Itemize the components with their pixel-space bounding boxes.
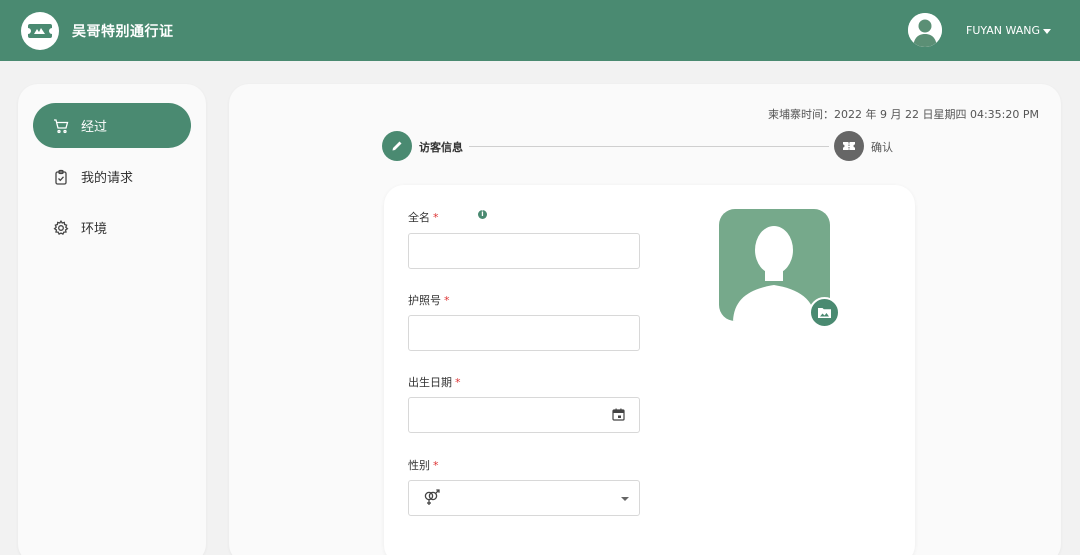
birth-date-label: 出生日期 * <box>408 376 461 389</box>
chevron-down-icon[interactable] <box>621 497 629 501</box>
full-name-label: 全名 * <box>408 211 439 224</box>
info-icon[interactable]: i <box>478 210 487 219</box>
person-icon <box>908 13 942 47</box>
clipboard-icon <box>53 169 69 185</box>
gender-select[interactable] <box>408 480 640 516</box>
step-label: 确认 <box>871 141 893 154</box>
ticket-logo-icon <box>27 24 53 38</box>
gender-icon <box>422 488 442 508</box>
step-confirm[interactable] <box>834 131 864 161</box>
top-bar: 吴哥特别通行证 FUYAN WANG <box>0 0 1080 61</box>
sidebar-item-settings[interactable]: 环境 <box>33 205 191 250</box>
sidebar: 经过 我的请求 环境 <box>18 84 206 555</box>
sidebar-item-my-requests[interactable]: 我的请求 <box>33 154 191 199</box>
sidebar-item-label: 我的请求 <box>81 171 134 186</box>
sidebar-item-label: 环境 <box>81 222 108 237</box>
sidebar-item-label: 经过 <box>81 120 108 135</box>
gender-label: 性别 * <box>408 459 439 472</box>
birth-date-input[interactable] <box>408 397 640 433</box>
app-title: 吴哥特别通行证 <box>72 24 174 40</box>
step-label: 访客信息 <box>419 141 463 154</box>
upload-photo-button[interactable] <box>809 297 840 328</box>
calendar-icon[interactable] <box>612 408 625 421</box>
chevron-down-icon[interactable] <box>1043 29 1051 34</box>
passport-label: 护照号 * <box>408 294 450 307</box>
user-name[interactable]: FUYAN WANG <box>966 24 1040 37</box>
cart-icon <box>53 118 69 134</box>
full-name-input[interactable] <box>408 233 640 269</box>
pencil-icon <box>392 141 402 151</box>
user-avatar[interactable] <box>908 13 942 47</box>
app-logo[interactable] <box>21 12 59 50</box>
gear-icon <box>53 219 69 236</box>
stepper-divider <box>469 146 829 147</box>
main-panel: 柬埔寨时间：2022 年 9 月 22 日星期四 04:35:20 PM 访客信… <box>229 84 1061 555</box>
local-time: 柬埔寨时间：2022 年 9 月 22 日星期四 04:35:20 PM <box>768 108 1039 121</box>
sidebar-item-pass[interactable]: 经过 <box>33 103 191 148</box>
step-visitor-info[interactable] <box>382 131 412 161</box>
image-folder-icon <box>818 308 831 318</box>
ticket-icon <box>843 142 855 150</box>
visitor-form: 全名 * i 护照号 * 出生日期 * 性别 * <box>384 185 915 555</box>
passport-input[interactable] <box>408 315 640 351</box>
